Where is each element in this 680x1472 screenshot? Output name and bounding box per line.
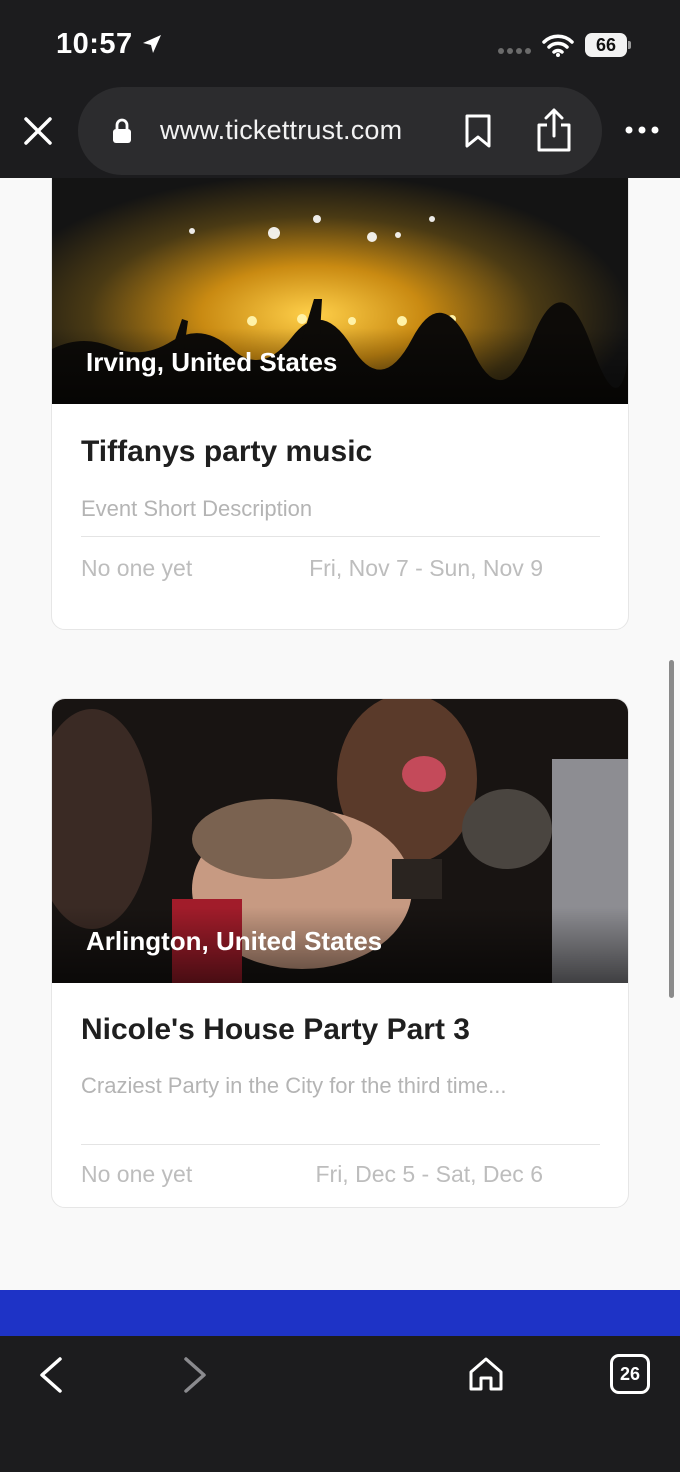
lock-icon bbox=[113, 118, 131, 143]
wifi-icon bbox=[542, 34, 574, 57]
page-content: Irving, United States Tiffanys party mus… bbox=[0, 178, 680, 1290]
battery-icon: 66 bbox=[585, 33, 632, 57]
tab-count: 26 bbox=[619, 1364, 641, 1384]
event-description: Craziest Party in the City for the third… bbox=[81, 1073, 507, 1098]
event-description: Event Short Description bbox=[81, 496, 313, 521]
footer-band bbox=[0, 1290, 680, 1336]
tabs-icon[interactable]: 26 bbox=[610, 1354, 650, 1394]
location-arrow-icon bbox=[143, 35, 161, 53]
browser-top-bar: 10:57 66 www.tickettrust.com bbox=[0, 0, 680, 178]
event-dates: Fri, Dec 5 - Sat, Dec 6 bbox=[315, 1161, 543, 1187]
battery-level: 66 bbox=[595, 35, 617, 55]
back-icon[interactable] bbox=[36, 1356, 66, 1394]
event-card[interactable]: Arlington, United States Nicole's House … bbox=[51, 698, 629, 1208]
event-title[interactable]: Nicole's House Party Part 3 bbox=[81, 1013, 470, 1047]
forward-icon[interactable] bbox=[180, 1356, 210, 1394]
event-image: Arlington, United States bbox=[52, 699, 628, 983]
event-card[interactable]: Irving, United States Tiffanys party mus… bbox=[51, 178, 629, 630]
event-image: Irving, United States bbox=[52, 178, 628, 404]
close-icon[interactable] bbox=[20, 113, 56, 149]
share-icon[interactable] bbox=[535, 107, 573, 153]
url-text[interactable]: www.tickettrust.com bbox=[160, 115, 402, 146]
more-icon[interactable] bbox=[624, 125, 660, 135]
home-icon[interactable] bbox=[466, 1354, 506, 1394]
event-title[interactable]: Tiffanys party music bbox=[81, 435, 372, 469]
bookmark-icon[interactable] bbox=[463, 113, 493, 149]
event-attendees: No one yet bbox=[81, 1161, 193, 1187]
status-time: 10:57 bbox=[56, 28, 133, 60]
page-scrollbar[interactable] bbox=[669, 660, 674, 998]
browser-bottom-bar bbox=[0, 1336, 680, 1472]
event-location: Irving, United States bbox=[86, 347, 338, 377]
card-divider bbox=[81, 536, 600, 537]
event-attendees: No one yet bbox=[81, 555, 193, 581]
card-divider bbox=[81, 1144, 600, 1145]
signal-dots-icon bbox=[498, 48, 531, 54]
event-location: Arlington, United States bbox=[86, 926, 383, 956]
event-dates: Fri, Nov 7 - Sun, Nov 9 bbox=[309, 555, 543, 581]
